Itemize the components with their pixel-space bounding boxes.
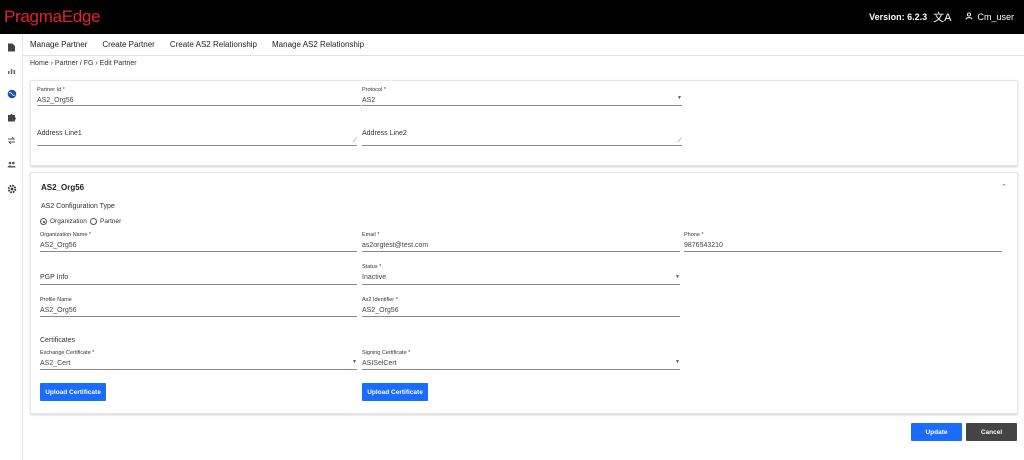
- protocol-label: Protocol *: [362, 87, 386, 93]
- email-field[interactable]: Email * as2orgtest@test.com: [362, 232, 680, 252]
- resize-handle-icon[interactable]: ⟋: [678, 138, 682, 145]
- phone-value[interactable]: 9876543210: [684, 242, 723, 249]
- nav-create-as2-relationship[interactable]: Create AS2 Relationship: [170, 40, 257, 49]
- cancel-button[interactable]: Cancel: [966, 423, 1017, 441]
- nav-manage-as2-relationship[interactable]: Manage AS2 Relationship: [272, 40, 364, 49]
- breadcrumb-home[interactable]: Home: [30, 60, 49, 67]
- upload-exchange-certificate-button[interactable]: Upload Certificate: [40, 383, 106, 401]
- status-label: Status *: [362, 264, 382, 270]
- as2-identifier-value[interactable]: AS2_Org56: [362, 307, 399, 314]
- as2-config-type-title: AS2 Configuration Type: [41, 203, 115, 210]
- profile-name-field[interactable]: Profile Name AS2_Org56: [40, 297, 357, 317]
- partner-id-field[interactable]: Partner Id * AS2_Org56: [37, 87, 361, 106]
- exchange-certificate-label: Exchange Certificate *: [40, 350, 95, 356]
- signing-certificate-select[interactable]: Signing Certificate * ASISelCert ▼: [362, 350, 680, 370]
- partner-info-card: Partner Id * AS2_Org56 Protocol * AS2 ▼ …: [30, 80, 1018, 166]
- nav-manage-partner[interactable]: Manage Partner: [30, 40, 87, 49]
- radio-organization[interactable]: Organization: [40, 218, 87, 225]
- as2-section-title: AS2_Org56: [41, 183, 85, 192]
- radio-partner-label: Partner: [100, 218, 122, 225]
- radio-organization-label: Organization: [50, 218, 87, 225]
- breadcrumb-current: Edit Partner: [99, 60, 137, 67]
- phone-label: Phone *: [684, 232, 704, 238]
- version-label: Version: 6.2.3: [869, 12, 928, 22]
- exchange-certificate-select[interactable]: Exchange Certificate * AS2_Cert ▼: [40, 350, 357, 370]
- address-line1-field[interactable]: Address Line1 ⟋: [37, 125, 357, 146]
- address-line2-label: Address Line2: [362, 130, 407, 137]
- caret-down-icon[interactable]: ▼: [352, 359, 357, 365]
- breadcrumb-partner[interactable]: Partner / FG: [55, 60, 94, 67]
- update-button[interactable]: Update: [911, 423, 962, 441]
- top-right-area: Version: 6.2.3 文A Cm_user: [869, 9, 1014, 25]
- pgp-info-label: PGP Info: [40, 274, 69, 281]
- phone-field[interactable]: Phone * 9876543210: [684, 232, 1002, 252]
- organization-name-field[interactable]: Organization Name * AS2_Org56: [40, 232, 357, 252]
- user-icon[interactable]: [965, 12, 973, 22]
- chevron-up-icon[interactable]: ⌃: [1001, 183, 1007, 191]
- organization-name-value[interactable]: AS2_Org56: [40, 242, 77, 249]
- as2-identifier-label: As2 Identifier *: [362, 297, 398, 303]
- profile-name-label: Profile Name: [40, 297, 72, 303]
- users-icon[interactable]: [6, 159, 17, 170]
- email-label: Email *: [362, 232, 380, 238]
- partner-id-label: Partner Id *: [37, 87, 65, 93]
- puzzle-icon[interactable]: [6, 112, 17, 123]
- file-icon[interactable]: [6, 42, 17, 53]
- upload-signing-certificate-button[interactable]: Upload Certificate: [362, 383, 428, 401]
- app-logo[interactable]: PragmaEdge: [4, 7, 101, 27]
- gear-icon[interactable]: [6, 183, 17, 194]
- email-value[interactable]: as2orgtest@test.com: [362, 242, 428, 249]
- as2-config-card: AS2_Org56 ⌃ AS2 Configuration Type: [30, 172, 1018, 414]
- radio-unchecked-icon[interactable]: [90, 218, 97, 225]
- caret-down-icon[interactable]: ▼: [675, 274, 680, 280]
- top-bar: PragmaEdge Version: 6.2.3 文A Cm_user: [0, 0, 1024, 34]
- radio-checked-icon[interactable]: [40, 218, 47, 225]
- nav-create-partner[interactable]: Create Partner: [102, 40, 154, 49]
- address-line2-field[interactable]: Address Line2 ⟋: [362, 125, 682, 146]
- protocol-select[interactable]: Protocol * AS2 ▼: [362, 87, 682, 106]
- as2-identifier-field[interactable]: As2 Identifier * AS2_Org56: [362, 297, 680, 317]
- signing-certificate-label: Signing Certificate *: [362, 350, 411, 356]
- radio-partner[interactable]: Partner: [90, 218, 121, 225]
- breadcrumb: Home › Partner / FG › Edit Partner: [30, 60, 137, 67]
- pgp-info-field[interactable]: PGP Info: [40, 272, 357, 285]
- exchange-certificate-value[interactable]: AS2_Cert: [40, 360, 70, 367]
- sidebar: [0, 34, 23, 460]
- protocol-value[interactable]: AS2: [362, 97, 375, 104]
- caret-down-icon[interactable]: ▼: [675, 359, 680, 365]
- chart-icon[interactable]: [6, 65, 17, 76]
- caret-down-icon[interactable]: ▼: [677, 95, 682, 101]
- status-select[interactable]: Status * Inactive ▼: [362, 264, 680, 285]
- globe-icon[interactable]: [6, 88, 17, 99]
- top-nav: Manage Partner Create Partner Create AS2…: [23, 34, 1024, 56]
- organization-name-label: Organization Name *: [40, 232, 92, 238]
- username[interactable]: Cm_user: [977, 12, 1014, 22]
- status-value[interactable]: Inactive: [362, 274, 386, 281]
- partner-id-value[interactable]: AS2_Org56: [37, 97, 74, 104]
- transfer-icon[interactable]: [6, 135, 17, 146]
- signing-certificate-value[interactable]: ASISelCert: [362, 360, 397, 367]
- translate-icon[interactable]: 文A: [933, 9, 951, 25]
- address-line1-label: Address Line1: [37, 130, 82, 137]
- profile-name-value[interactable]: AS2_Org56: [40, 307, 77, 314]
- certificates-title: Certificates: [40, 337, 76, 344]
- resize-handle-icon[interactable]: ⟋: [353, 138, 357, 145]
